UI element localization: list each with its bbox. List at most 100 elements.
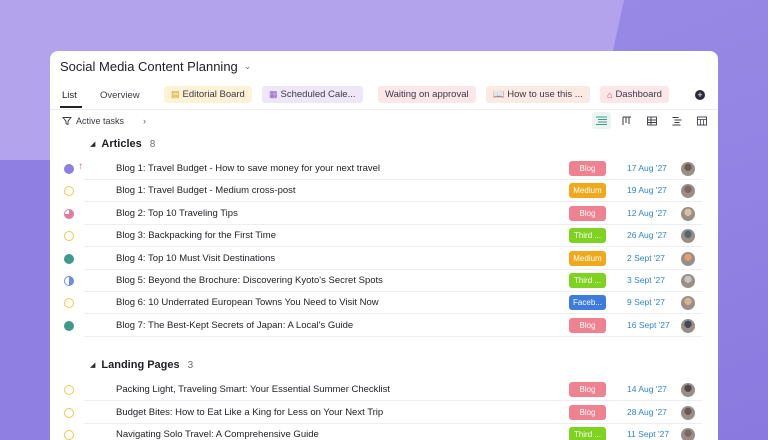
task-name[interactable]: Blog 2: Top 10 Traveling Tips xyxy=(116,208,238,219)
task-row[interactable]: Blog 4: Top 10 Must Visit Destinations Me… xyxy=(50,248,718,270)
channel-tag[interactable]: Medium xyxy=(569,250,606,266)
assignee-avatar[interactable] xyxy=(681,428,695,440)
due-date[interactable]: 17 Aug '27 xyxy=(627,163,667,173)
task-row[interactable]: Budget Bites: How to Eat Like a King for… xyxy=(50,402,718,424)
status-icon[interactable] xyxy=(64,276,74,286)
due-date[interactable]: 12 Aug '27 xyxy=(627,208,667,218)
task-name[interactable]: Navigating Solo Travel: A Comprehensive … xyxy=(116,429,319,440)
assignee-avatar[interactable] xyxy=(681,162,695,176)
status-icon[interactable] xyxy=(64,186,74,197)
tab-list[interactable]: List xyxy=(62,90,77,101)
active-tasks-filter[interactable]: Active tasks xyxy=(62,116,124,126)
task-name[interactable]: Blog 7: The Best-Kept Secrets of Japan: … xyxy=(116,320,353,331)
task-name[interactable]: Blog 1: Travel Budget - Medium cross-pos… xyxy=(116,185,296,196)
channel-tag[interactable]: Blog xyxy=(569,382,606,398)
calendar-icon: ▦ xyxy=(269,89,278,99)
task-name[interactable]: Blog 4: Top 10 Must Visit Destinations xyxy=(116,253,275,264)
view-tabs: List Overview ▤ Editorial Board ▦ Scheduled… xyxy=(50,85,718,110)
assignee-avatar[interactable] xyxy=(681,318,695,333)
task-row[interactable]: Navigating Solo Travel: A Comprehensive … xyxy=(50,424,718,440)
tab-chip[interactable]: 📖 How to use this ... xyxy=(486,86,590,103)
task-name[interactable]: Blog 1: Travel Budget - How to save mone… xyxy=(116,163,380,174)
assignee-avatar[interactable] xyxy=(681,274,695,288)
task-row[interactable]: Blog 3: Backpacking for the First Time Th… xyxy=(50,225,718,248)
due-date[interactable]: 16 Sept '27 xyxy=(627,320,670,330)
channel-tag[interactable]: Medium xyxy=(569,183,606,199)
list-view-icon xyxy=(596,116,607,125)
status-icon[interactable] xyxy=(64,164,74,174)
status-icon[interactable] xyxy=(64,385,74,396)
book-icon: 📖 xyxy=(493,89,505,99)
status-icon[interactable] xyxy=(64,208,74,219)
add-view-icon[interactable]: + xyxy=(695,90,705,100)
chevron-right-icon[interactable]: › xyxy=(143,116,146,126)
task-name[interactable]: Blog 5: Beyond the Brochure: Discovering… xyxy=(116,275,383,286)
tab-chip-label: Scheduled Cale... xyxy=(280,89,356,100)
task-row[interactable]: Blog 7: The Best-Kept Secrets of Japan: … xyxy=(50,315,718,337)
tab-chip[interactable]: Waiting on approval xyxy=(378,86,476,103)
list-view-button[interactable] xyxy=(592,112,611,129)
board-view-button[interactable] xyxy=(617,112,636,129)
tab-chip-label: How to use this ... xyxy=(507,89,583,100)
channel-tag[interactable]: Third ... xyxy=(569,228,606,244)
tab-chip[interactable]: ▦ Scheduled Cale... xyxy=(262,86,363,103)
assignee-avatar[interactable] xyxy=(681,383,695,398)
status-icon[interactable] xyxy=(64,407,74,418)
status-icon[interactable] xyxy=(64,298,74,309)
channel-tag[interactable]: Blog xyxy=(569,317,606,333)
board-view-icon xyxy=(622,116,631,125)
collapse-caret-icon[interactable]: ◢ xyxy=(90,361,95,369)
assignee-avatar[interactable] xyxy=(681,184,695,199)
calendar-view-icon xyxy=(696,116,707,125)
channel-tag[interactable]: Third ... xyxy=(569,427,606,440)
due-date[interactable]: 3 Sept '27 xyxy=(627,275,665,285)
channel-tag[interactable]: Blog xyxy=(569,404,606,420)
task-name[interactable]: Budget Bites: How to Eat Like a King for… xyxy=(116,407,383,418)
due-date[interactable]: 14 Aug '27 xyxy=(627,384,667,394)
assignee-avatar[interactable] xyxy=(681,251,695,266)
assignee-avatar[interactable] xyxy=(681,296,695,311)
calendar-view-button[interactable] xyxy=(692,112,711,129)
status-icon[interactable] xyxy=(64,430,74,440)
section-header[interactable]: ◢ Landing Pages 3 xyxy=(90,359,193,371)
section-name: Landing Pages xyxy=(101,359,180,372)
section-header[interactable]: ◢ Articles 8 xyxy=(90,138,155,150)
project-title-row[interactable]: Social Media Content Planning ⌄ xyxy=(60,59,251,74)
due-date[interactable]: 2 Sept '27 xyxy=(627,253,665,263)
due-date[interactable]: 11 Sept '27 xyxy=(627,429,669,439)
task-name[interactable]: Blog 6: 10 Underrated European Towns You… xyxy=(116,297,379,308)
channel-tag[interactable]: Blog xyxy=(569,161,606,176)
chevron-down-icon[interactable]: ⌄ xyxy=(244,61,252,72)
status-icon[interactable] xyxy=(64,231,74,242)
tab-chip[interactable]: ⌂ Dashboard xyxy=(600,86,669,103)
channel-tag[interactable]: Blog xyxy=(569,205,606,221)
task-row[interactable]: Packing Light, Traveling Smart: Your Ess… xyxy=(50,379,718,402)
task-row[interactable]: ↑ Blog 1: Travel Budget - How to save mon… xyxy=(50,158,718,180)
due-date[interactable]: 9 Sept '27 xyxy=(627,297,665,307)
status-icon[interactable] xyxy=(64,253,74,264)
table-view-button[interactable] xyxy=(642,112,661,129)
assignee-avatar[interactable] xyxy=(681,206,695,221)
task-row[interactable]: Blog 5: Beyond the Brochure: Discovering… xyxy=(50,270,718,292)
tabs-divider xyxy=(50,109,718,110)
due-date[interactable]: 19 Aug '27 xyxy=(627,185,667,195)
status-icon[interactable] xyxy=(64,320,74,331)
assignee-avatar[interactable] xyxy=(681,405,695,420)
task-name[interactable]: Packing Light, Traveling Smart: Your Ess… xyxy=(116,384,390,395)
layout-switcher xyxy=(592,112,711,129)
task-row[interactable]: Blog 1: Travel Budget - Medium cross-pos… xyxy=(50,180,718,203)
tab-overview[interactable]: Overview xyxy=(100,90,140,101)
channel-tag[interactable]: Faceb... xyxy=(569,295,606,311)
section-name: Articles xyxy=(101,138,142,150)
timeline-view-button[interactable] xyxy=(667,112,686,129)
assignee-avatar[interactable] xyxy=(681,229,695,244)
task-name[interactable]: Blog 3: Backpacking for the First Time xyxy=(116,230,276,241)
due-date[interactable]: 26 Aug '27 xyxy=(627,230,667,240)
task-row[interactable]: Blog 2: Top 10 Traveling Tips Blog 12 Aug … xyxy=(50,203,718,225)
task-row[interactable]: Blog 6: 10 Underrated European Towns You… xyxy=(50,292,718,315)
collapse-caret-icon[interactable]: ◢ xyxy=(90,140,95,148)
due-date[interactable]: 28 Aug '27 xyxy=(627,407,667,417)
channel-tag[interactable]: Third ... xyxy=(569,273,606,288)
project-panel: Social Media Content Planning ⌄ List Ove… xyxy=(50,51,718,440)
tab-chip[interactable]: ▤ Editorial Board xyxy=(164,86,252,103)
